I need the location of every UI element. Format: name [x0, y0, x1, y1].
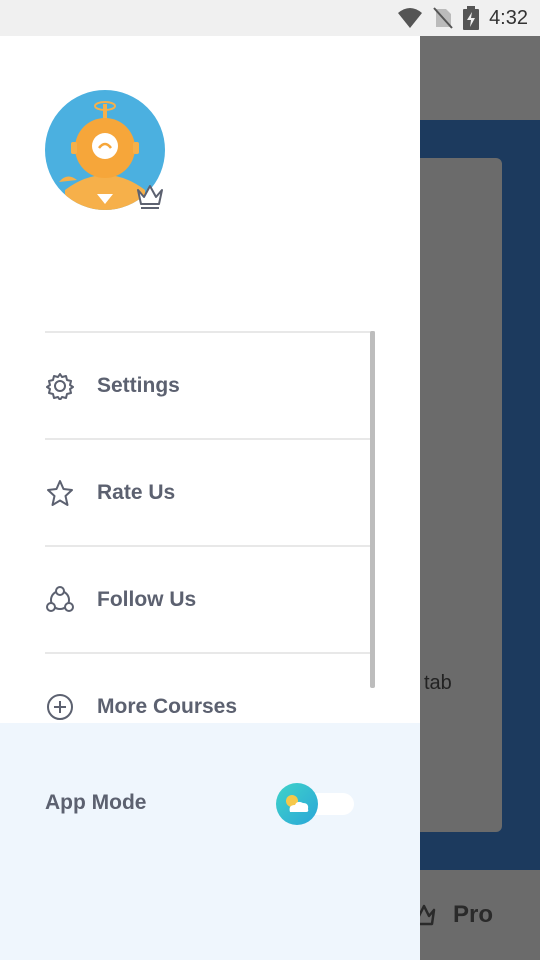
- background-header: [420, 36, 540, 120]
- menu-scrollbar[interactable]: [370, 331, 375, 688]
- gear-icon: [45, 371, 75, 401]
- drawer-menu: Settings Rate Us Follow Us More Courses: [45, 331, 375, 723]
- menu-item-follow-us[interactable]: Follow Us: [45, 545, 375, 652]
- wifi-icon: [398, 8, 423, 28]
- menu-item-settings[interactable]: Settings: [45, 331, 375, 438]
- status-bar: 4:32: [0, 0, 540, 36]
- navigation-drawer: Settings Rate Us Follow Us More Courses …: [0, 36, 420, 960]
- menu-item-rate-us[interactable]: Rate Us: [45, 438, 375, 545]
- status-time: 4:32: [489, 6, 528, 29]
- app-mode-toggle-knob[interactable]: [276, 783, 318, 825]
- crown-badge-icon: [137, 185, 163, 209]
- plus-circle-icon: [45, 692, 75, 722]
- background-card: [420, 158, 502, 832]
- avatar[interactable]: [45, 90, 165, 210]
- menu-item-label: More Courses: [97, 694, 238, 718]
- screen: 4:32 tab Pro Settings Rate Us Follow Us …: [0, 0, 540, 960]
- menu-item-label: Settings: [97, 373, 180, 397]
- partly-cloudy-icon: [286, 795, 309, 812]
- menu-item-label: Follow Us: [97, 587, 197, 611]
- background-tab-pro[interactable]: Pro: [453, 901, 493, 929]
- background-card-text: tab: [424, 672, 452, 694]
- community-icon: [45, 585, 75, 615]
- battery-charging-icon: [463, 6, 480, 30]
- menu-item-label: Rate Us: [97, 480, 176, 504]
- app-mode-label: App Mode: [45, 791, 147, 814]
- star-icon: [45, 478, 75, 508]
- no-sim-icon: [433, 7, 453, 29]
- menu-item-more-courses[interactable]: More Courses: [45, 652, 375, 723]
- app-mode-panel: App Mode: [0, 723, 420, 960]
